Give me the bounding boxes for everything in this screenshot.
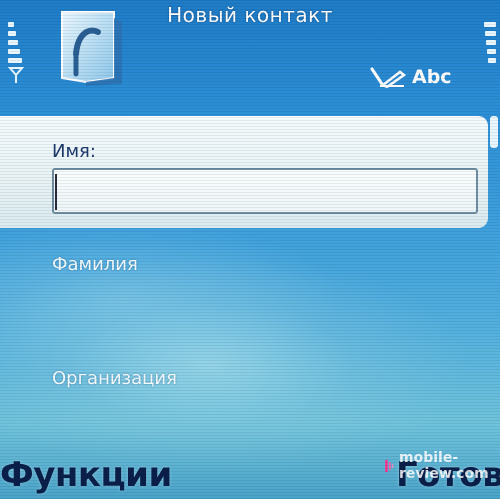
screen-title: Новый контакт bbox=[167, 3, 333, 27]
watermark: mobile-review.com bbox=[384, 450, 490, 482]
text-cursor bbox=[55, 174, 57, 210]
lastname-field[interactable]: Фамилия bbox=[52, 254, 138, 275]
pen-icon bbox=[370, 67, 406, 88]
organization-field[interactable]: Организация bbox=[52, 368, 177, 389]
options-softkey[interactable]: Функции bbox=[0, 455, 172, 495]
watermark-logo-icon bbox=[385, 459, 394, 473]
input-mode-indicator: Abc bbox=[370, 66, 452, 88]
antenna-icon bbox=[8, 67, 24, 83]
signal-strength-indicator bbox=[8, 22, 22, 66]
name-field-label: Имя: bbox=[52, 141, 96, 162]
scrollbar-thumb[interactable] bbox=[490, 116, 498, 148]
phone-screen: Новый контакт Abc Имя: Фамилия Организац… bbox=[0, 0, 500, 499]
scrollbar[interactable] bbox=[490, 116, 498, 446]
input-mode-text: Abc bbox=[412, 66, 452, 88]
name-input[interactable] bbox=[52, 168, 478, 214]
watermark-text: mobile-review.com bbox=[399, 450, 489, 482]
battery-level-indicator bbox=[484, 22, 496, 66]
contacts-app-icon bbox=[61, 11, 122, 86]
